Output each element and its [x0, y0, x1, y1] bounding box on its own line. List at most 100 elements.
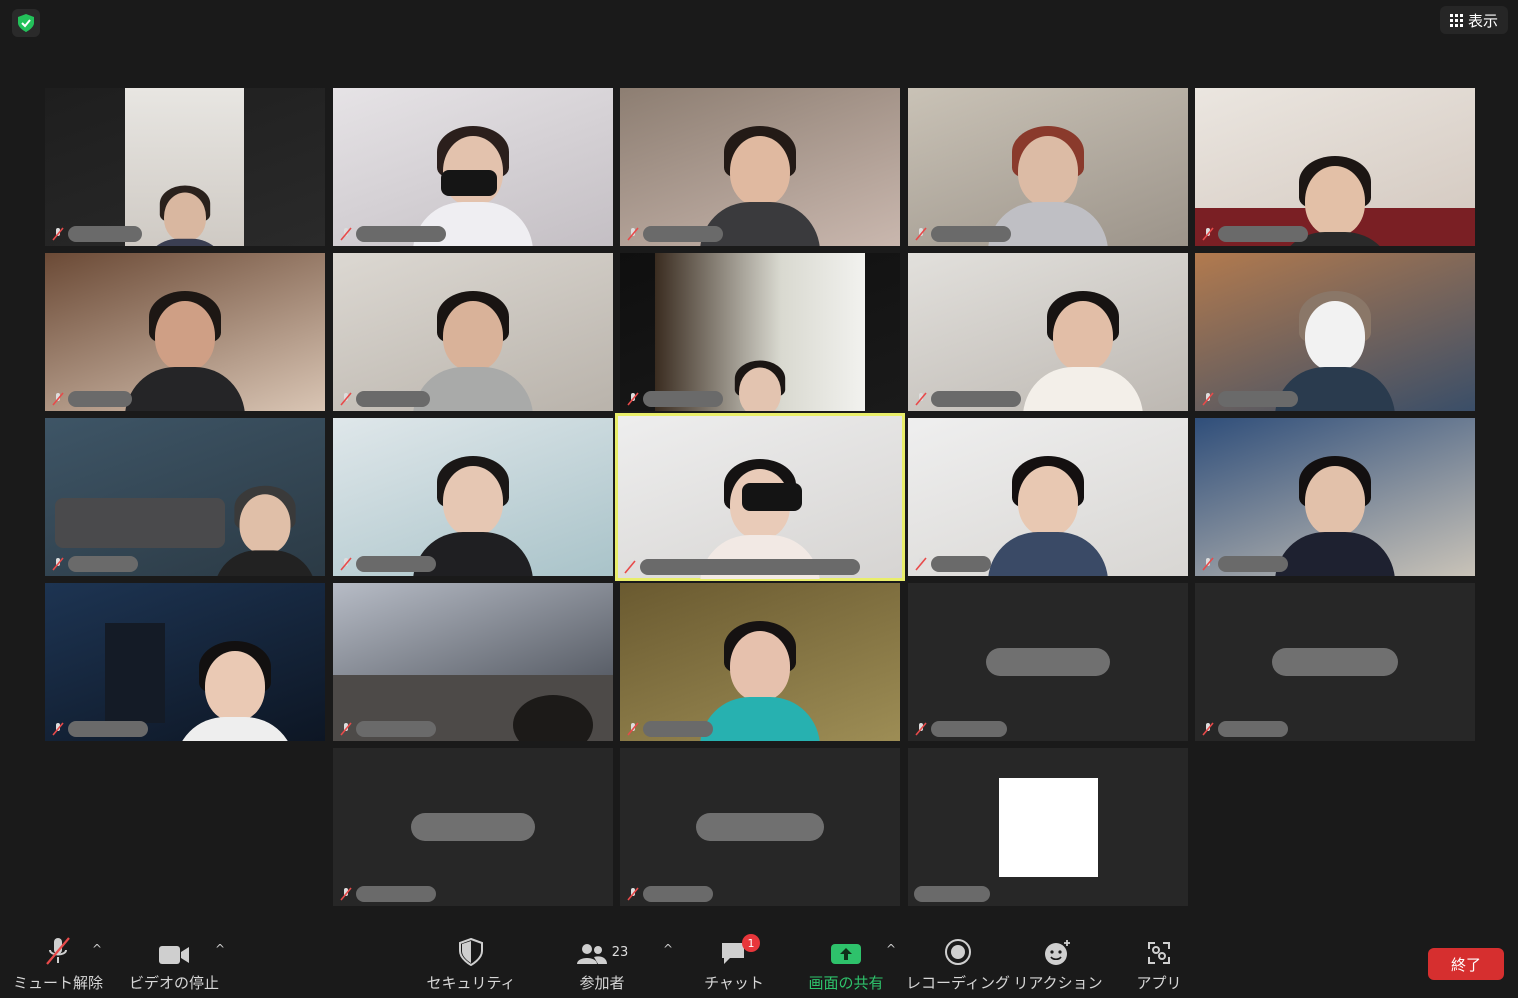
- video-tile[interactable]: [45, 418, 325, 576]
- participant-nametag: [1197, 389, 1304, 409]
- participant-nametag: [1197, 719, 1294, 739]
- name-redacted: [356, 556, 436, 572]
- muted-mic-icon: [1202, 722, 1214, 736]
- muted-mic-icon: [52, 722, 64, 736]
- participant-nametag: [47, 554, 144, 574]
- name-redacted: [931, 226, 1011, 242]
- muted-mic-icon: [627, 887, 639, 901]
- name-redacted: [68, 556, 138, 572]
- participant-nametag: [622, 389, 729, 409]
- participant-nametag: [335, 389, 436, 409]
- participant-nametag: [910, 224, 1017, 244]
- stop-video-button[interactable]: ビデオの停止: [129, 928, 219, 998]
- muted-mic-icon: [340, 392, 352, 406]
- name-redacted: [411, 813, 535, 841]
- video-tile[interactable]: [1195, 253, 1475, 411]
- video-tile[interactable]: [1195, 418, 1475, 576]
- video-tile-camera-off[interactable]: [1195, 583, 1475, 741]
- video-tile[interactable]: [620, 88, 900, 246]
- video-tile[interactable]: [333, 418, 613, 576]
- video-tile[interactable]: [45, 583, 325, 741]
- muted-mic-icon: [915, 557, 927, 571]
- muted-mic-icon: [340, 887, 352, 901]
- apps-label: アプリ: [1136, 974, 1182, 992]
- name-redacted: [1272, 648, 1398, 676]
- video-tile[interactable]: [333, 583, 613, 741]
- video-tile[interactable]: [620, 583, 900, 741]
- video-tile-camera-off[interactable]: [620, 748, 900, 906]
- name-redacted: [1218, 226, 1308, 242]
- participant-nametag: [335, 554, 442, 574]
- participants-icon: [576, 944, 607, 964]
- video-tile[interactable]: [333, 88, 613, 246]
- meeting-toolbar: ミュート解除 ^ ビデオの停止 ^ セキュリティ 23 参加者 ^ 1 チャット…: [0, 928, 1518, 998]
- video-tile[interactable]: [620, 253, 900, 411]
- unmute-label: ミュート解除: [13, 974, 104, 992]
- video-options-caret-icon[interactable]: ^: [215, 942, 225, 956]
- record-button[interactable]: レコーディング: [906, 928, 1010, 998]
- name-redacted: [1218, 556, 1288, 572]
- muted-mic-icon: [52, 227, 64, 241]
- name-redacted: [986, 648, 1110, 676]
- participant-figure: [214, 477, 316, 576]
- video-tile-camera-off[interactable]: [908, 748, 1188, 906]
- name-redacted: [643, 391, 723, 407]
- smiley-plus-icon: [1045, 940, 1070, 965]
- muted-mic-icon: [915, 722, 927, 736]
- muted-mic-icon: [1202, 392, 1214, 406]
- name-redacted: [931, 721, 1007, 737]
- muted-mic-icon: [1202, 557, 1214, 571]
- participant-figure: [143, 179, 227, 246]
- video-gallery: [0, 0, 1518, 920]
- name-redacted: [356, 391, 430, 407]
- video-tile-camera-off[interactable]: [333, 748, 613, 906]
- muted-mic-icon: [340, 722, 352, 736]
- video-tile[interactable]: [908, 88, 1188, 246]
- participants-options-caret-icon[interactable]: ^: [663, 942, 673, 956]
- chat-button[interactable]: 1 チャット: [704, 928, 764, 998]
- end-meeting-button[interactable]: 終了: [1428, 948, 1504, 980]
- name-redacted: [643, 886, 713, 902]
- muted-mic-icon: [624, 560, 636, 574]
- video-tile[interactable]: [908, 418, 1188, 576]
- unmute-button[interactable]: ミュート解除: [13, 928, 103, 998]
- participant-figure: [125, 281, 245, 411]
- participant-nametag: [910, 554, 997, 574]
- participant-nametag: [335, 224, 452, 244]
- video-tile-active-speaker[interactable]: [615, 413, 905, 581]
- profile-picture: [999, 778, 1098, 877]
- muted-mic-icon: [1202, 227, 1214, 241]
- participant-nametag: [622, 884, 719, 904]
- muted-mic-icon: [627, 227, 639, 241]
- muted-mic-icon: [340, 227, 352, 241]
- name-redacted: [696, 813, 824, 841]
- muted-mic-icon: [627, 392, 639, 406]
- name-redacted: [640, 559, 860, 575]
- participant-nametag: [1197, 554, 1294, 574]
- security-label: セキュリティ: [426, 974, 516, 992]
- video-tile[interactable]: [908, 253, 1188, 411]
- apps-icon: [1148, 942, 1170, 964]
- sofa: [55, 498, 225, 548]
- share-screen-label: 画面の共有: [808, 974, 884, 992]
- audio-options-caret-icon[interactable]: ^: [92, 942, 102, 956]
- security-button[interactable]: セキュリティ: [426, 928, 516, 998]
- face-mask: [742, 483, 802, 511]
- video-tile[interactable]: [45, 253, 325, 411]
- muted-mic-icon: [915, 392, 927, 406]
- chat-label: チャット: [704, 974, 764, 992]
- video-tile[interactable]: [45, 88, 325, 246]
- share-screen-button[interactable]: 画面の共有: [804, 928, 888, 998]
- participant-nametag: [1197, 224, 1314, 244]
- reactions-button[interactable]: リアクション: [1013, 928, 1103, 998]
- share-options-caret-icon[interactable]: ^: [886, 942, 896, 956]
- muted-mic-icon: [627, 722, 639, 736]
- participant-count: 23: [611, 945, 629, 960]
- video-tile[interactable]: [1195, 88, 1475, 246]
- name-redacted: [356, 226, 446, 242]
- apps-button[interactable]: アプリ: [1134, 928, 1184, 998]
- participant-nametag: [47, 224, 148, 244]
- video-tile[interactable]: [333, 253, 613, 411]
- video-tile-camera-off[interactable]: [908, 583, 1188, 741]
- participants-button[interactable]: 23 参加者: [574, 928, 630, 998]
